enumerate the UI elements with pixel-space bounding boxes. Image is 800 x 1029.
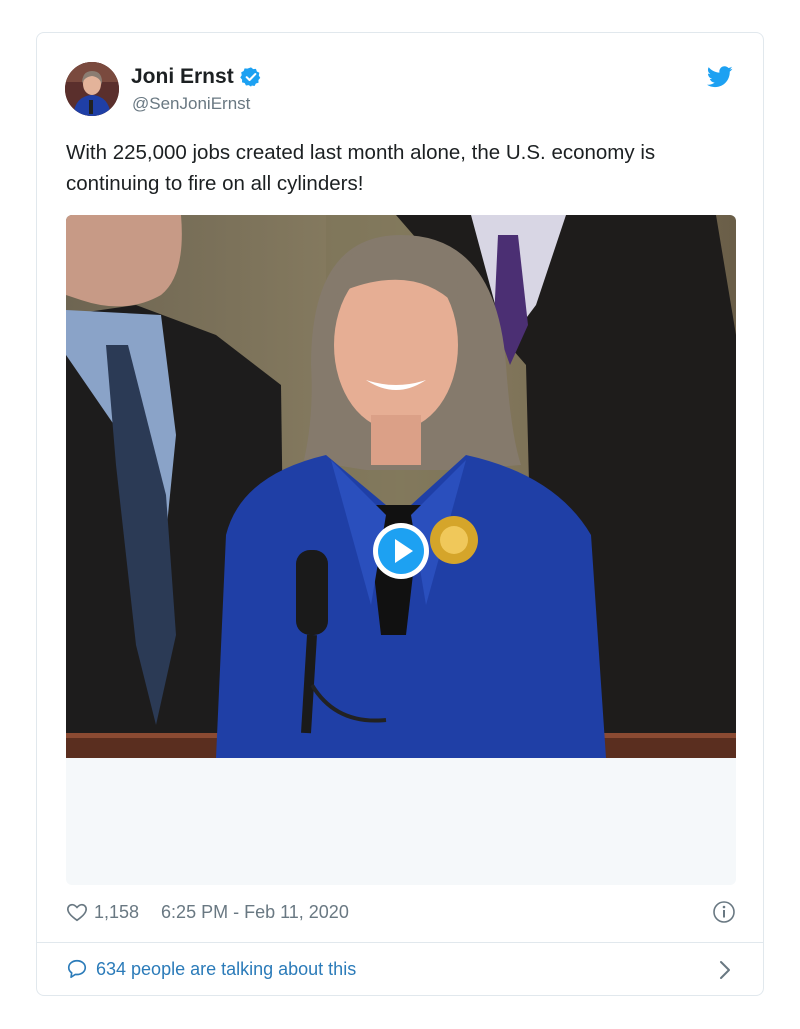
divider bbox=[37, 942, 763, 943]
speech-bubble-icon bbox=[67, 959, 87, 979]
chevron-right-icon[interactable] bbox=[716, 959, 734, 981]
author-name[interactable]: Joni Ernst bbox=[131, 65, 234, 89]
embedded-tweet-card[interactable]: Joni Ernst @SenJoniErnst With 225,000 jo… bbox=[36, 32, 764, 996]
info-icon[interactable] bbox=[712, 900, 736, 924]
conversation-text[interactable]: 634 people are talking about this bbox=[96, 959, 356, 980]
tweet-timestamp[interactable]: 6:25 PM - Feb 11, 2020 bbox=[161, 902, 349, 923]
heart-icon[interactable] bbox=[66, 901, 88, 923]
verified-badge-icon bbox=[239, 67, 260, 87]
video-thumbnail bbox=[66, 215, 736, 758]
conversation-link[interactable]: 634 people are talking about this bbox=[66, 958, 734, 980]
author-handle[interactable]: @SenJoniErnst bbox=[132, 94, 250, 114]
like-count[interactable]: 1,158 bbox=[94, 902, 139, 923]
avatar-image bbox=[65, 62, 119, 116]
avatar[interactable] bbox=[65, 62, 119, 116]
video-media[interactable] bbox=[66, 215, 736, 885]
tweet-text: With 225,000 jobs created last month alo… bbox=[66, 141, 656, 195]
play-icon[interactable] bbox=[371, 521, 431, 581]
twitter-bird-icon[interactable] bbox=[707, 66, 733, 88]
